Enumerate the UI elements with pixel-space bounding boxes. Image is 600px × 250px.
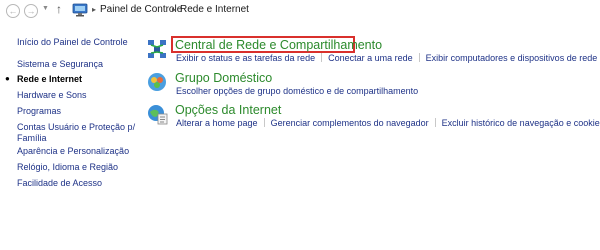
- task-separator: [263, 118, 265, 127]
- task-separator: [418, 53, 420, 62]
- homegroup-icon[interactable]: [146, 71, 168, 93]
- task-row-central-rede: Exibir o status e as tarefas da rede Cone…: [176, 53, 597, 63]
- sidebar-item-sistema-seguranca[interactable]: Sistema e Segurança: [17, 59, 103, 70]
- task-exibir-computadores[interactable]: Exibir computadores e dispositivos de re…: [426, 53, 598, 63]
- sidebar-item-programas[interactable]: Programas: [17, 106, 61, 117]
- breadcrumb-separator-icon[interactable]: ▸: [92, 5, 96, 14]
- category-title-opcoes-internet[interactable]: Opções da Internet: [175, 103, 281, 117]
- sidebar-item-relogio-idioma[interactable]: Relógio, Idioma e Região: [17, 162, 118, 173]
- category-title-grupo-domestico[interactable]: Grupo Doméstico: [175, 71, 272, 85]
- network-sharing-center-icon[interactable]: [146, 38, 168, 60]
- sidebar-item-contas-usuario-line2[interactable]: Família: [17, 133, 47, 144]
- address-bar: ← → ▼ ↑ ▸ Painel de Controle ▸ Rede e In…: [0, 0, 600, 22]
- task-conectar-rede[interactable]: Conectar a uma rede: [328, 53, 413, 63]
- internet-options-icon[interactable]: [146, 103, 168, 125]
- sidebar-home-link[interactable]: Início do Painel de Controle: [17, 37, 128, 48]
- task-row-grupo-domestico: Escolher opções de grupo doméstico e de …: [176, 86, 418, 96]
- current-item-bullet-icon: ●: [5, 74, 10, 83]
- breadcrumb-separator-icon[interactable]: ▸: [172, 5, 176, 14]
- sidebar-item-hardware-sons[interactable]: Hardware e Sons: [17, 90, 87, 101]
- task-separator: [434, 118, 436, 127]
- category-title-central-rede[interactable]: Central de Rede e Compartilhamento: [175, 38, 382, 52]
- chevron-down-icon[interactable]: ▼: [42, 5, 49, 12]
- task-exibir-status-rede[interactable]: Exibir o status e as tarefas da rede: [176, 53, 315, 63]
- task-gerenciar-complementos[interactable]: Gerenciar complementos do navegador: [271, 118, 429, 128]
- back-arrow-icon[interactable]: ←: [6, 4, 20, 18]
- forward-arrow-icon[interactable]: →: [24, 4, 38, 18]
- breadcrumb-rede-e-internet[interactable]: Rede e Internet: [180, 4, 249, 15]
- control-panel-icon: [72, 3, 88, 17]
- sidebar-item-aparencia[interactable]: Aparência e Personalização: [17, 146, 129, 157]
- task-escolher-opcoes-grupo[interactable]: Escolher opções de grupo doméstico e de …: [176, 86, 418, 96]
- task-excluir-historico[interactable]: Excluir histórico de navegação e cookies: [442, 118, 600, 128]
- sidebar-item-facilidade-acesso[interactable]: Facilidade de Acesso: [17, 178, 102, 189]
- sidebar-item-contas-usuario[interactable]: Contas Usuário e Proteção p/: [17, 122, 135, 133]
- up-arrow-icon[interactable]: ↑: [56, 2, 62, 16]
- task-alterar-home-page[interactable]: Alterar a home page: [176, 118, 258, 128]
- sidebar-item-rede-internet: Rede e Internet: [17, 74, 83, 84]
- task-separator: [321, 53, 323, 62]
- breadcrumb-painel-de-controle[interactable]: Painel de Controle: [100, 4, 182, 15]
- task-row-opcoes-internet: Alterar a home page Gerenciar complemento…: [176, 118, 600, 128]
